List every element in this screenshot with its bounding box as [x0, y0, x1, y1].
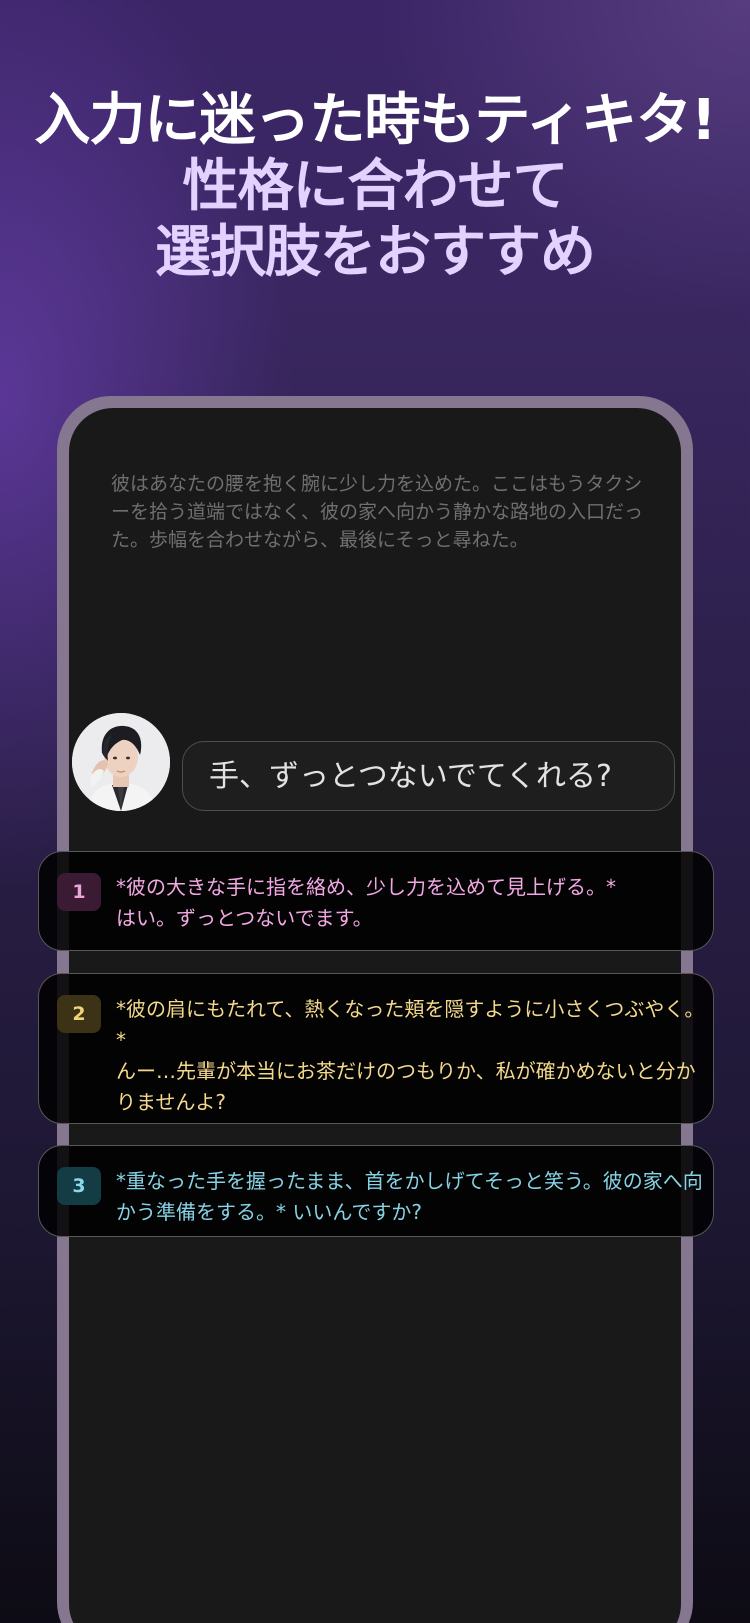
story-narration: 彼はあなたの腰を抱く腕に少し力を込めた。ここはもうタクシーを拾う道端ではなく、彼… — [111, 473, 644, 551]
choice-text: *彼の肩にもたれて、熱くなった頬を隠すように小さくつぶやく。* んー…先輩が本当… — [116, 994, 706, 1118]
choice-number-badge: 3 — [57, 1167, 101, 1205]
choice-text-line: んー…先輩が本当にお茶だけのつもりか、私が確かめないと分かりませんよ? — [116, 1059, 696, 1114]
choice-option-3[interactable]: 3 *重なった手を握ったまま、首をかしげてそっと笑う。彼の家へ向かう準備をする。… — [38, 1145, 714, 1237]
choice-option-1[interactable]: 1 *彼の大きな手に指を絡め、少し力を込めて見上げる。* はい。ずっとつないでま… — [38, 851, 714, 951]
headline-line-3: 選択肢をおすすめ — [155, 220, 596, 285]
choice-text: *彼の大きな手に指を絡め、少し力を込めて見上げる。* はい。ずっとつないでます。 — [116, 872, 706, 934]
headline-line-2: 性格に合わせて — [182, 154, 569, 219]
character-portrait-icon — [72, 713, 170, 811]
character-avatar[interactable] — [72, 713, 170, 811]
headline: 入力に迷った時もティキタ! 性格に合わせて 選択肢をおすすめ — [0, 88, 750, 286]
headline-line-1: 入力に迷った時もティキタ! — [34, 88, 716, 153]
choice-text-line: *彼の大きな手に指を絡め、少し力を込めて見上げる。* — [116, 875, 616, 899]
choice-number-badge: 2 — [57, 995, 101, 1033]
choice-text: *重なった手を握ったまま、首をかしげてそっと笑う。彼の家へ向かう準備をする。* … — [116, 1166, 706, 1228]
choice-text-line: はい。ずっとつないでます。 — [116, 906, 373, 930]
choice-option-2[interactable]: 2 *彼の肩にもたれて、熱くなった頬を隠すように小さくつぶやく。* んー…先輩が… — [38, 973, 714, 1124]
character-speech-bubble: 手、ずっとつないでてくれる? — [182, 741, 675, 811]
choice-text-line: *彼の肩にもたれて、熱くなった頬を隠すように小さくつぶやく。* — [116, 997, 705, 1052]
choice-number-badge: 1 — [57, 873, 101, 911]
choice-text-line: *重なった手を握ったまま、首をかしげてそっと笑う。彼の家へ向かう準備をする。* … — [116, 1169, 703, 1224]
